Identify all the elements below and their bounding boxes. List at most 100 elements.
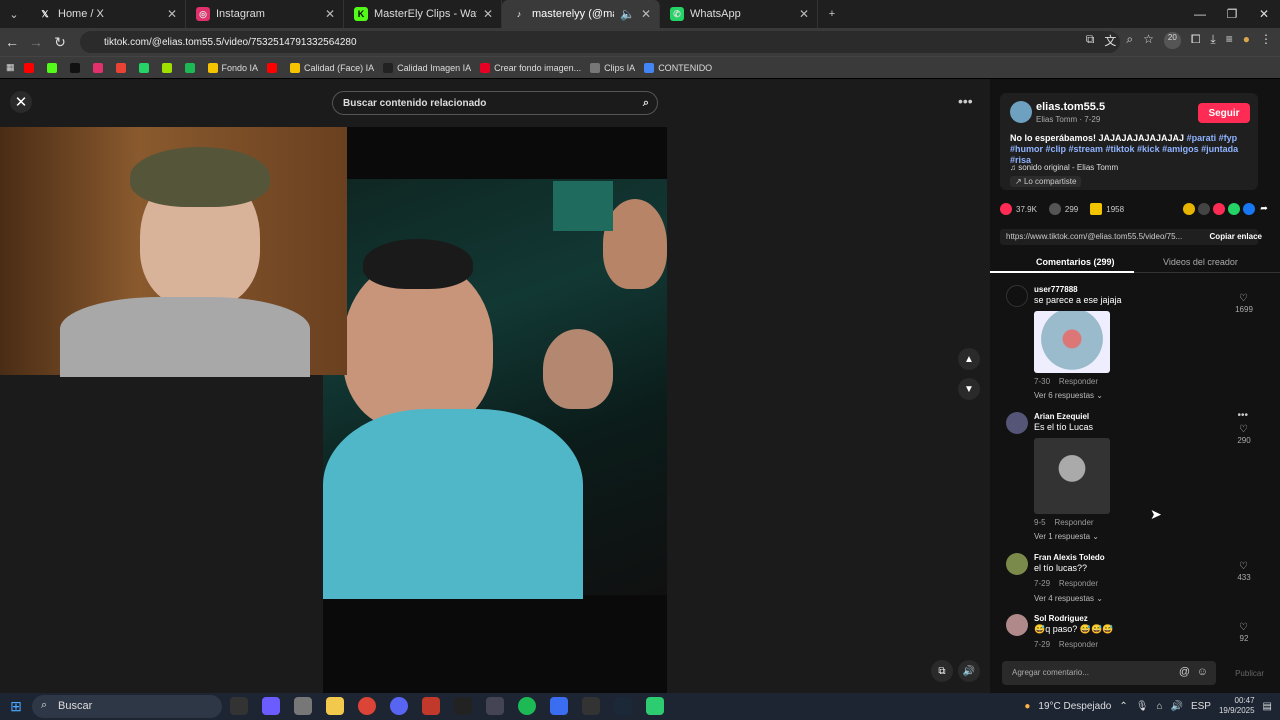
share-arrow-icon[interactable]: ➦ [1258, 203, 1270, 215]
task-view-icon[interactable] [230, 697, 248, 715]
bookmark-item[interactable] [69, 62, 84, 73]
reply-link[interactable]: Responder [1059, 640, 1098, 649]
back-icon[interactable]: ← [0, 34, 24, 50]
comment-fish-image[interactable] [1034, 311, 1110, 373]
share-facebook-icon[interactable] [1243, 203, 1255, 215]
share-red-icon[interactable] [1213, 203, 1225, 215]
more-options-icon[interactable]: ••• [958, 93, 973, 109]
close-tab-icon[interactable]: ✕ [799, 7, 809, 21]
bookmark-item[interactable] [46, 62, 61, 73]
publish-button[interactable]: Publicar [1235, 669, 1264, 678]
weather-icon[interactable]: ● [1024, 701, 1030, 712]
mic-icon[interactable]: 🎙 [1136, 701, 1149, 712]
apps-grid-icon[interactable]: ▦ [6, 62, 15, 73]
bookmark-item[interactable]: Crear fondo imagen... [480, 62, 581, 73]
bookmark-item[interactable] [184, 62, 199, 73]
steam-icon[interactable] [614, 697, 632, 715]
like-heart-icon[interactable] [1000, 203, 1012, 215]
tab-search-chevron-icon[interactable]: ⌄ [0, 0, 28, 28]
tab-instagram[interactable]: ◎ Instagram ✕ [186, 0, 344, 28]
translate-icon[interactable]: 文 [1104, 32, 1116, 49]
comment-heart-icon[interactable]: ♡ [1239, 561, 1248, 572]
bookmark-item[interactable]: CONTENIDO [644, 62, 712, 73]
folder-icon[interactable] [326, 697, 344, 715]
app-blue-icon[interactable] [550, 697, 568, 715]
restore-icon[interactable]: ❐ [1216, 0, 1248, 28]
copilot-icon[interactable] [262, 697, 280, 715]
bookmark-item[interactable]: Clips IA [590, 62, 635, 73]
tab-creator-videos[interactable]: Videos del creador [1163, 257, 1238, 267]
clock[interactable]: 00:47 19/9/2025 [1219, 696, 1255, 716]
bookmark-item[interactable]: Calidad (Face) IA [290, 62, 374, 73]
previous-video-icon[interactable]: ▲ [958, 348, 980, 370]
post-username[interactable]: elias.tom55.5 [1036, 101, 1105, 113]
comment-heart-icon[interactable]: ♡ [1239, 622, 1248, 633]
epic-icon[interactable] [582, 697, 600, 715]
tab-kick[interactable]: K MasterEly Clips - Watch Live on ✕ [344, 0, 502, 28]
comment-username[interactable]: user777888 [1034, 285, 1078, 294]
game-icon[interactable] [486, 697, 504, 715]
save-bookmark-icon[interactable] [1090, 203, 1103, 215]
embed-icon[interactable] [1198, 203, 1210, 215]
media-icon[interactable]: ≡ [1226, 32, 1233, 49]
extensions-badge[interactable]: 20 [1163, 32, 1181, 49]
profile-avatar[interactable]: ● [1243, 32, 1250, 49]
tab-tiktok[interactable]: ♪ masterelyy (@masterelyy) 🔈 ✕ [502, 0, 660, 28]
pip-icon[interactable]: ⧉ [931, 660, 953, 682]
share-whatsapp-icon[interactable] [1228, 203, 1240, 215]
network-icon[interactable]: ⌂ [1156, 701, 1162, 712]
bookmark-star-icon[interactable]: ☆ [1143, 32, 1154, 49]
menu-icon[interactable]: ⋮ [1260, 32, 1272, 49]
volume-tray-icon[interactable]: 🔊 [1170, 701, 1182, 712]
avatar[interactable] [1006, 412, 1028, 434]
search-icon[interactable]: ⌕ [643, 97, 649, 110]
chrome-icon[interactable] [358, 697, 376, 715]
reply-link[interactable]: Responder [1054, 518, 1093, 527]
video-frame[interactable] [323, 127, 667, 693]
minimize-icon[interactable]: — [1184, 0, 1216, 28]
copy-link-button[interactable]: Copiar enlace [1210, 232, 1262, 241]
notifications-icon[interactable]: ▤ [1263, 701, 1272, 712]
close-tab-icon[interactable]: ✕ [641, 7, 651, 21]
url-field[interactable]: tiktok.com/@elias.tom55.5/video/75325147… [80, 31, 1120, 53]
bookmark-item[interactable] [138, 62, 153, 73]
comment-more-icon[interactable]: ••• [1237, 410, 1248, 421]
view-replies-link[interactable]: Ver 6 respuestas ⌄ [1034, 391, 1103, 400]
reply-link[interactable]: Responder [1059, 377, 1098, 386]
comment-username[interactable]: Fran Alexis Toledo [1034, 553, 1105, 562]
avatar[interactable] [1010, 101, 1032, 123]
next-video-icon[interactable]: ▼ [958, 378, 980, 400]
capcut-icon[interactable] [454, 697, 472, 715]
view-replies-link[interactable]: Ver 4 respuestas ⌄ [1034, 594, 1103, 603]
download-icon[interactable]: ⤓ [1210, 32, 1215, 49]
bookmark-item[interactable] [92, 62, 107, 73]
volume-icon[interactable]: 🔊 [958, 660, 980, 682]
bookmark-item[interactable] [23, 62, 38, 73]
comment-username[interactable]: Sol Rodriguez [1034, 614, 1088, 623]
tab-comments[interactable]: Comentarios (299) [1036, 257, 1115, 267]
close-icon[interactable]: ✕ [10, 91, 32, 113]
app-green-icon[interactable] [646, 697, 664, 715]
close-window-icon[interactable]: ✕ [1248, 0, 1280, 28]
forward-icon[interactable]: → [24, 34, 48, 50]
close-tab-icon[interactable]: ✕ [325, 7, 335, 21]
music-label[interactable]: ♫ sonido original - Elias Tomm [1010, 163, 1118, 172]
avatar[interactable] [1006, 614, 1028, 636]
spotify-icon[interactable] [518, 697, 536, 715]
comment-heart-icon[interactable]: ♡ [1239, 424, 1248, 435]
tab-whatsapp[interactable]: ✆ WhatsApp ✕ [660, 0, 818, 28]
view-replies-link[interactable]: Ver 1 respuesta ⌄ [1034, 532, 1099, 541]
cast-icon[interactable]: ⧉ [1086, 32, 1095, 49]
explorer-icon[interactable] [294, 697, 312, 715]
mention-icon[interactable]: @ [1179, 666, 1190, 678]
reply-link[interactable]: Responder [1059, 579, 1098, 588]
bookmark-item[interactable] [115, 62, 130, 73]
avatar[interactable] [1006, 285, 1028, 307]
windows-start-icon[interactable]: ⊞ [0, 693, 32, 720]
comment-heart-icon[interactable]: ♡ [1239, 293, 1248, 304]
avatar[interactable] [1006, 553, 1028, 575]
weather-text[interactable]: 19°C Despejado [1038, 701, 1111, 712]
discord-icon[interactable] [390, 697, 408, 715]
comment-username[interactable]: Arian Ezequiel [1034, 412, 1089, 421]
app-red-icon[interactable] [422, 697, 440, 715]
